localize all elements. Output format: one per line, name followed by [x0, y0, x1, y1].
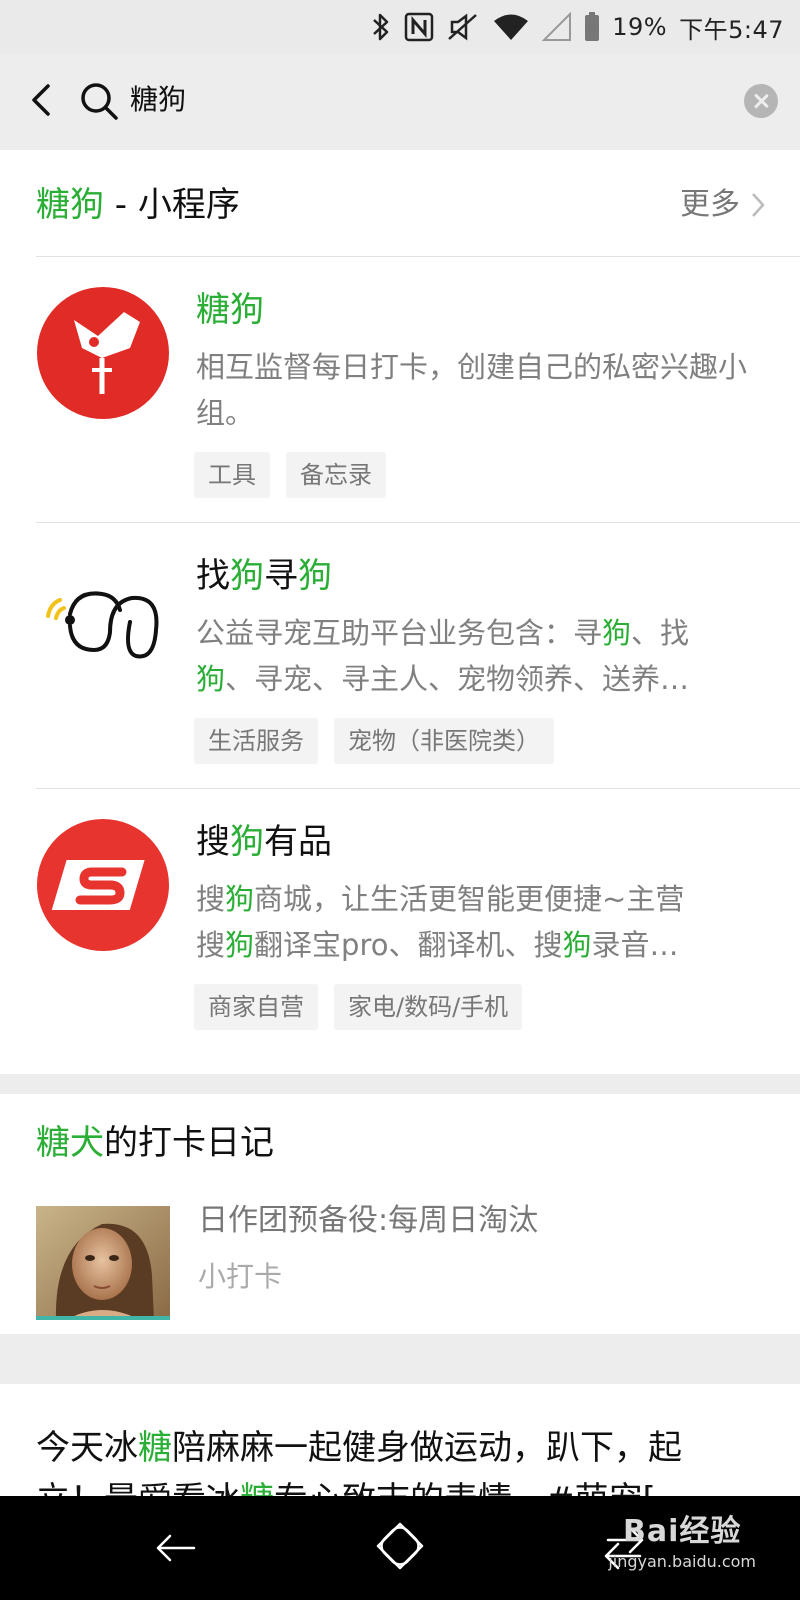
mini-program-description: 搜狗商城，让生活更智能更便捷~主营 搜狗翻译宝pro、翻译机、搜狗录音…	[196, 876, 766, 968]
nfc-icon	[405, 12, 434, 42]
title-part: 寻	[264, 556, 298, 596]
description-line: 搜狗翻译宝pro、翻译机、搜狗录音…	[196, 922, 766, 968]
mini-program-title: 糖狗	[196, 286, 264, 334]
watermark-logo-text: Bai经验	[622, 1514, 742, 1549]
tag: 生活服务	[194, 718, 318, 764]
red-flag-logo-icon	[37, 287, 169, 419]
watermark-url: jingyan.baidu.com	[608, 1552, 756, 1571]
tag-list: 生活服务 宠物（非医院类）	[194, 718, 554, 764]
nav-home-icon[interactable]	[374, 1520, 426, 1572]
section-title-text: - 小程序	[104, 185, 240, 225]
vibrate-mute-icon	[448, 13, 478, 41]
tag: 商家自营	[194, 984, 318, 1030]
diary-section[interactable]: 糖犬的打卡日记 日作团预备役:每周日淘汰 小打卡	[0, 1094, 800, 1334]
desc-keyword: 狗	[602, 616, 632, 650]
signal-icon	[542, 12, 572, 41]
section-title-keyword: 糖犬	[36, 1123, 104, 1163]
clock: 下午5:47	[679, 15, 784, 44]
title-keyword: 狗	[230, 822, 264, 862]
desc-part: 搜	[196, 928, 226, 962]
title-part: 找	[196, 556, 230, 596]
desc-keyword: 狗	[225, 928, 255, 962]
desc-keyword: 狗	[225, 882, 255, 916]
status-bar: 19% 下午5:47	[0, 0, 800, 54]
search-input[interactable]	[130, 76, 690, 124]
desc-part: 公益寻宠互助平台业务包含：寻	[196, 616, 603, 650]
bluetooth-icon	[373, 13, 389, 41]
diary-source: 小打卡	[198, 1260, 283, 1293]
article-part: 陪麻麻一起健身做运动，趴下，起	[172, 1428, 682, 1468]
title-keyword: 糖狗	[196, 290, 264, 330]
mini-program-title: 找狗寻狗	[196, 552, 332, 600]
title-part: 搜	[196, 822, 230, 862]
article-part: 今天冰	[36, 1428, 138, 1468]
desc-part: 录音…	[591, 928, 679, 962]
tag: 工具	[194, 452, 270, 498]
diary-title: 日作团预备役:每周日淘汰	[198, 1203, 539, 1238]
title-keyword: 狗	[298, 556, 332, 596]
title-keyword: 狗	[230, 556, 264, 596]
battery-percent: 19%	[612, 13, 668, 41]
section-title-keyword: 糖狗	[36, 185, 104, 225]
desc-keyword: 狗	[562, 928, 592, 962]
desc-part: 、寻宠、寻主人、宠物领养、送养…	[225, 662, 690, 696]
mini-program-description: 公益寻宠互助平台业务包含：寻狗、找 狗、寻宠、寻主人、宠物领养、送养…	[196, 610, 766, 702]
mini-program-item-zhaogou[interactable]: 找狗寻狗 公益寻宠互助平台业务包含：寻狗、找 狗、寻宠、寻主人、宠物领养、送养……	[0, 522, 800, 788]
wifi-icon	[494, 14, 529, 40]
mini-program-section-title: 糖狗 - 小程序	[36, 180, 240, 230]
mini-program-title: 搜狗有品	[196, 818, 332, 866]
status-icons: 19% 下午5:47	[370, 10, 784, 44]
desc-keyword: 狗	[196, 662, 226, 696]
system-navigation-bar: Bai经验 jingyan.baidu.com	[0, 1496, 800, 1600]
battery-icon	[585, 12, 600, 41]
dog-outline-logo-icon	[36, 552, 170, 686]
baidu-jingyan-watermark: Bai经验 jingyan.baidu.com	[608, 1512, 756, 1572]
desc-part: 、找	[631, 616, 690, 650]
back-arrow-icon[interactable]	[20, 78, 64, 122]
mini-program-description: 相互监督每日打卡，创建自己的私密兴趣小组。	[196, 350, 748, 430]
tag-list: 商家自营 家电/数码/手机	[194, 984, 523, 1030]
nav-back-icon[interactable]	[152, 1524, 200, 1572]
tag: 宠物（非医院类）	[334, 718, 554, 764]
more-label: 更多	[680, 187, 740, 222]
section-title-text: 的打卡日记	[104, 1123, 274, 1163]
article-keyword: 糖	[138, 1428, 172, 1468]
desc-part: 翻译宝pro、翻译机、搜	[254, 928, 563, 962]
desc-part: 搜	[196, 882, 226, 916]
search-bar	[0, 54, 800, 148]
mini-program-item-tanggou[interactable]: 糖狗 相互监督每日打卡，创建自己的私密兴趣小组。 工具 备忘录	[0, 256, 800, 522]
description-line: 狗、寻宠、寻主人、宠物领养、送养…	[196, 656, 766, 702]
diary-section-title: 糖犬的打卡日记	[36, 1118, 274, 1168]
mini-program-item-sougou-youpin[interactable]: 搜狗有品 搜狗商城，让生活更智能更便捷~主营 搜狗翻译宝pro、翻译机、搜狗录音…	[0, 788, 800, 1054]
article-line: 今天冰糖陪麻麻一起健身做运动，趴下，起	[36, 1422, 766, 1474]
description-line: 搜狗商城，让生活更智能更便捷~主营	[196, 876, 766, 922]
description-line: 公益寻宠互助平台业务包含：寻狗、找	[196, 610, 766, 656]
clear-search-button[interactable]	[744, 84, 778, 118]
article-result[interactable]: 今天冰糖陪麻麻一起健身做运动，趴下，起 立！最爱看冰糖专心致志的表情。#萌宠[	[0, 1384, 800, 1504]
sogou-s-logo-icon	[37, 819, 169, 951]
tag-list: 工具 备忘录	[194, 452, 386, 498]
more-link[interactable]: 更多	[680, 180, 766, 230]
title-part: 有品	[264, 822, 332, 862]
tag: 家电/数码/手机	[334, 984, 523, 1030]
desc-part: 商城，让生活更智能更便捷~主营	[254, 882, 685, 916]
mini-program-section: 糖狗 - 小程序 更多 糖狗 相互监督每日打卡，创建自己的私密兴趣小组。 工具 …	[0, 150, 800, 1074]
tag: 备忘录	[286, 452, 386, 498]
article-text: 今天冰糖陪麻麻一起健身做运动，趴下，起 立！最爱看冰糖专心致志的表情。#萌宠[	[36, 1422, 766, 1504]
chevron-right-icon	[752, 193, 765, 217]
search-icon	[81, 83, 118, 120]
portrait-thumbnail-image	[36, 1206, 170, 1320]
